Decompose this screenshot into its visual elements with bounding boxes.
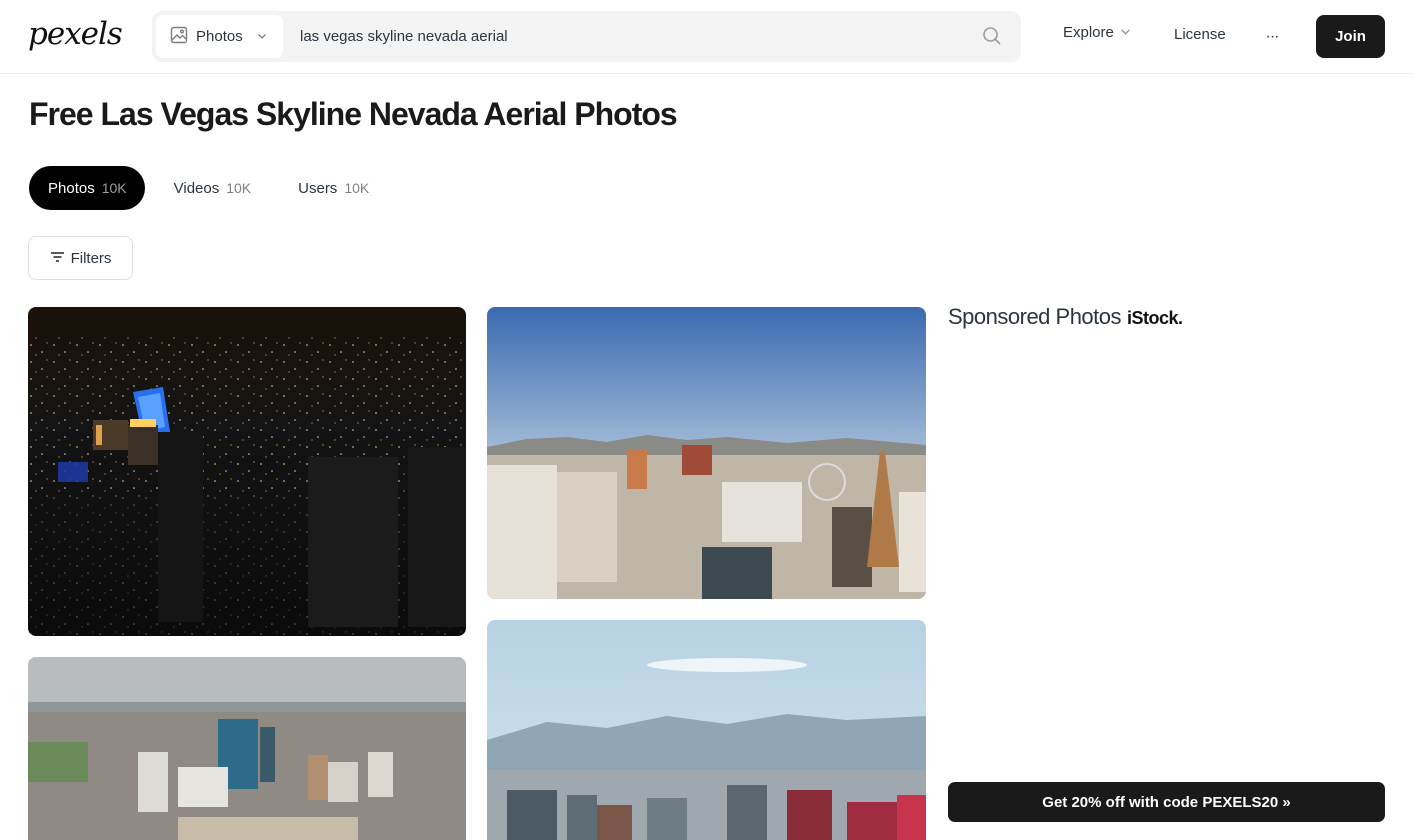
search-icon[interactable] — [982, 26, 1004, 48]
media-type-tabs: Photos 10K Videos 10K Users 10K — [29, 166, 397, 210]
search-input[interactable]: las vegas skyline nevada aerial — [300, 11, 508, 62]
tab-count: 10K — [226, 180, 252, 196]
filters-button[interactable]: Filters — [28, 236, 133, 280]
tab-label: Photos — [48, 179, 95, 197]
explore-label: Explore — [1063, 24, 1114, 41]
tab-count: 10K — [101, 180, 127, 196]
page-title: Free Las Vegas Skyline Nevada Aerial Pho… — [29, 96, 678, 132]
photo-card[interactable] — [28, 307, 466, 636]
join-button[interactable]: Join — [1316, 15, 1385, 58]
tab-photos[interactable]: Photos 10K — [29, 166, 145, 210]
sponsored-title: Sponsored Photos — [948, 304, 1122, 329]
photo-day-skyline — [487, 307, 926, 599]
photo-card[interactable] — [487, 307, 926, 599]
pexels-logo[interactable]: pexels — [28, 14, 123, 54]
tab-label: Videos — [173, 179, 220, 197]
explore-menu[interactable]: Explore — [1063, 24, 1131, 41]
photo-card[interactable] — [28, 657, 466, 840]
chevron-down-icon — [1120, 24, 1131, 41]
chevron-down-icon — [257, 28, 267, 45]
top-navbar: pexels Photos las vegas skyline nevada a… — [0, 0, 1413, 74]
search-type-label: Photos — [196, 28, 243, 45]
tab-label: Users — [298, 179, 338, 197]
license-link[interactable]: License — [1174, 26, 1226, 43]
promo-code-button[interactable]: Get 20% off with code PEXELS20 » — [948, 782, 1385, 822]
filter-icon — [50, 250, 65, 267]
photo-skyline-mountains — [487, 620, 926, 840]
tab-users[interactable]: Users 10K — [279, 166, 387, 210]
tab-count: 10K — [344, 180, 370, 196]
image-icon — [170, 26, 188, 48]
search-bar[interactable]: Photos las vegas skyline nevada aerial — [152, 11, 1021, 62]
photo-overcast-aerial — [28, 657, 466, 840]
sponsored-heading: Sponsored Photos iStock. — [948, 304, 1183, 330]
search-type-dropdown[interactable]: Photos — [156, 15, 283, 58]
istock-logo[interactable]: iStock. — [1127, 308, 1183, 329]
photo-night-aerial — [28, 307, 466, 636]
photo-card[interactable] — [487, 620, 926, 840]
more-menu-icon[interactable]: ··· — [1262, 22, 1282, 52]
filters-label: Filters — [70, 249, 112, 267]
tab-videos[interactable]: Videos 10K — [155, 166, 270, 210]
